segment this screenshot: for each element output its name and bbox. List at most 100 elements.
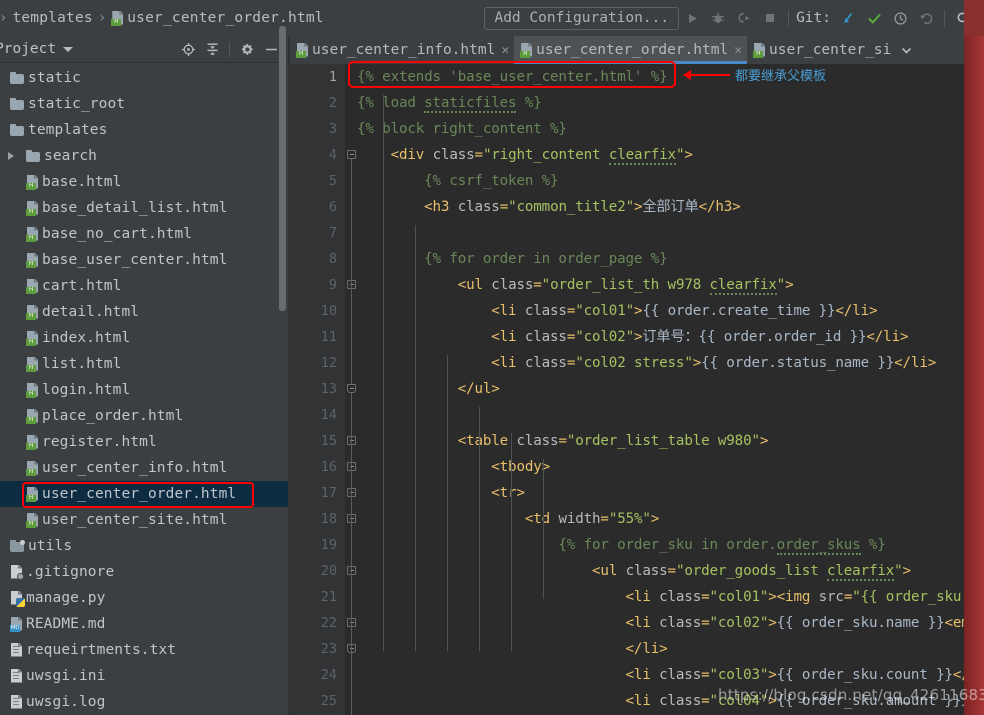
- line-number: 23: [320, 641, 337, 657]
- tree-item-list-html[interactable]: Hlist.html: [0, 351, 288, 377]
- code-line[interactable]: <tbody>: [357, 454, 984, 480]
- tree-item-label: base_no_cart.html: [42, 226, 193, 242]
- code-line[interactable]: <td width="55%">: [357, 506, 984, 532]
- tree-item-base-html[interactable]: Hbase.html: [0, 169, 288, 195]
- tree-item-search[interactable]: search: [0, 143, 288, 169]
- tree-item-place-order-html[interactable]: Hplace_order.html: [0, 403, 288, 429]
- line-number: 24: [320, 667, 337, 683]
- code-line[interactable]: {% csrf_token %}: [357, 168, 984, 194]
- tree-scrollbar[interactable]: [279, 0, 286, 652]
- code-line[interactable]: <ul class="order_goods_list clearfix">: [357, 558, 984, 584]
- code-line[interactable]: [357, 220, 984, 246]
- code-line[interactable]: <li class="col01">{{ order.create_time }…: [357, 298, 984, 324]
- tree-item-index-html[interactable]: Hindex.html: [0, 325, 288, 351]
- git-commit-icon[interactable]: [861, 5, 887, 31]
- editor-tab-user-center-si[interactable]: Huser_center_si: [747, 36, 897, 64]
- tree-item-detail-html[interactable]: Hdetail.html: [0, 299, 288, 325]
- code-line[interactable]: {% for order in order_page %}: [357, 246, 984, 272]
- close-icon[interactable]: ✕: [501, 44, 509, 57]
- run-with-coverage-icon[interactable]: [731, 5, 757, 31]
- tree-item-uwsgi-ini[interactable]: uwsgi.ini: [0, 663, 288, 689]
- code-line[interactable]: </li>: [357, 636, 984, 662]
- debug-icon[interactable]: [705, 5, 731, 31]
- run-icon[interactable]: [679, 5, 705, 31]
- git-rollback-icon[interactable]: [913, 5, 939, 31]
- tree-item-label: base_detail_list.html: [42, 200, 228, 216]
- close-icon[interactable]: ✕: [734, 44, 742, 57]
- html-file-icon: H: [26, 330, 39, 346]
- tree-item-manage-py[interactable]: manage.py: [0, 585, 288, 611]
- tree-item-uwsgi-log[interactable]: uwsgi.log: [0, 689, 288, 715]
- code-line[interactable]: <li class="col02">订单号：{{ order.order_id …: [357, 324, 984, 350]
- tree-item-readme-md[interactable]: MD README.md: [0, 611, 288, 637]
- tree-item-base-user-center-html[interactable]: Hbase_user_center.html: [0, 247, 288, 273]
- code-line[interactable]: </ul>: [357, 376, 984, 402]
- tree-item-templates[interactable]: templates: [0, 117, 288, 143]
- code-line[interactable]: <li class="col01"><img src="{{ order_sku…: [357, 584, 984, 610]
- line-number: 21: [320, 589, 337, 605]
- tree-item-user-center-site-html[interactable]: Huser_center_site.html: [0, 507, 288, 533]
- line-number-gutter: 1 2 3 4 5 6 7 8 9 10 11 12 13 14 15 16 17 18 19 20 21 22 23 24 2…: [290, 64, 345, 715]
- code-line[interactable]: {% block right_content %}: [357, 116, 984, 142]
- chevron-down-icon[interactable]: [63, 46, 74, 52]
- editor-tab-user-center-order-html[interactable]: Huser_center_order.html ✕: [514, 36, 748, 64]
- tree-item-static[interactable]: static: [0, 65, 288, 91]
- folder-icon: [10, 98, 24, 110]
- html-file-icon: H: [26, 356, 39, 372]
- code-line[interactable]: <table class="order_list_table w980">: [357, 428, 984, 454]
- folder-icon: [10, 124, 24, 136]
- code-line[interactable]: {% extends 'base_user_center.html' %}: [357, 64, 984, 90]
- fold-toggle-icon[interactable]: [347, 150, 356, 159]
- code-content[interactable]: {% extends 'base_user_center.html' %} {% …: [357, 64, 984, 715]
- project-file-tree[interactable]: static static_root templates search Hbase.ht…: [0, 63, 288, 715]
- code-line[interactable]: <h3 class="common_title2">全部订单</h3>: [357, 194, 984, 220]
- tree-item-base-no-cart-html[interactable]: Hbase_no_cart.html: [0, 221, 288, 247]
- tree-item-login-html[interactable]: Hlogin.html: [0, 377, 288, 403]
- code-line[interactable]: <ul class="order_list_th w978 clearfix">: [357, 272, 984, 298]
- folder-icon: [10, 540, 25, 552]
- select-opened-file-icon[interactable]: [177, 38, 199, 60]
- project-panel-title[interactable]: Project: [0, 41, 56, 57]
- code-line[interactable]: <tr>: [357, 480, 984, 506]
- chevron-down-icon[interactable]: [896, 36, 916, 64]
- tree-item-label: templates: [28, 122, 108, 138]
- tree-item--gitignore[interactable]: .gitignore: [0, 559, 288, 585]
- stop-icon[interactable]: [757, 5, 783, 31]
- breadcrumb-file[interactable]: user_center_order.html: [127, 10, 323, 26]
- tree-item-utils[interactable]: utils: [0, 533, 288, 559]
- tree-item-requeirtments-txt[interactable]: requeirtments.txt: [0, 637, 288, 663]
- window-edge-decoration-top: [964, 0, 984, 36]
- indent-guide: [415, 225, 416, 651]
- git-update-project-icon[interactable]: [835, 5, 861, 31]
- code-line[interactable]: <li class="col02">{{ order_sku.name }}<e…: [357, 610, 984, 636]
- tree-item-user-center-order-html[interactable]: Huser_center_order.html: [0, 481, 288, 507]
- expand-arrow-icon[interactable]: [8, 152, 14, 160]
- add-configuration-button[interactable]: Add Configuration...: [484, 6, 680, 30]
- text-file-icon: [10, 694, 23, 710]
- code-line[interactable]: {% load staticfiles %}: [357, 90, 984, 116]
- collapse-all-icon[interactable]: [201, 38, 223, 60]
- code-line[interactable]: <div class="right_content clearfix">: [357, 142, 984, 168]
- tree-item-base-detail-list-html[interactable]: Hbase_detail_list.html: [0, 195, 288, 221]
- line-number: 16: [320, 459, 337, 475]
- breadcrumb[interactable]: › templates › H user_center_order.html: [0, 10, 324, 26]
- indent-guide: [543, 459, 544, 599]
- fold-toggle-icon[interactable]: [347, 384, 356, 393]
- tree-item-static-root[interactable]: static_root: [0, 91, 288, 117]
- code-line[interactable]: {% for order_sku in order.order_skus %}: [357, 532, 984, 558]
- line-number: 6: [328, 199, 337, 215]
- code-line[interactable]: <li class="col02 stress">{{ order.status…: [357, 350, 984, 376]
- tree-item-cart-html[interactable]: Hcart.html: [0, 273, 288, 299]
- tree-item-label: user_center_info.html: [42, 460, 228, 476]
- code-line[interactable]: [357, 402, 984, 428]
- python-file-icon: [10, 590, 25, 607]
- line-number: 19: [320, 537, 337, 553]
- tree-item-register-html[interactable]: Hregister.html: [0, 429, 288, 455]
- code-line[interactable]: <li class="col03">{{ order_sku.count }}<…: [357, 662, 984, 688]
- tree-item-user-center-info-html[interactable]: Huser_center_info.html: [0, 455, 288, 481]
- editor-tab-user-center-info-html[interactable]: Huser_center_info.html ✕: [290, 36, 515, 64]
- code-editor[interactable]: 1 2 3 4 5 6 7 8 9 10 11 12 13 14 15 16 17 18 19 20 21 22 23 24 2…: [290, 64, 984, 715]
- git-history-icon[interactable]: [887, 5, 913, 31]
- gear-icon[interactable]: [236, 38, 258, 60]
- breadcrumb-templates[interactable]: templates: [12, 10, 92, 26]
